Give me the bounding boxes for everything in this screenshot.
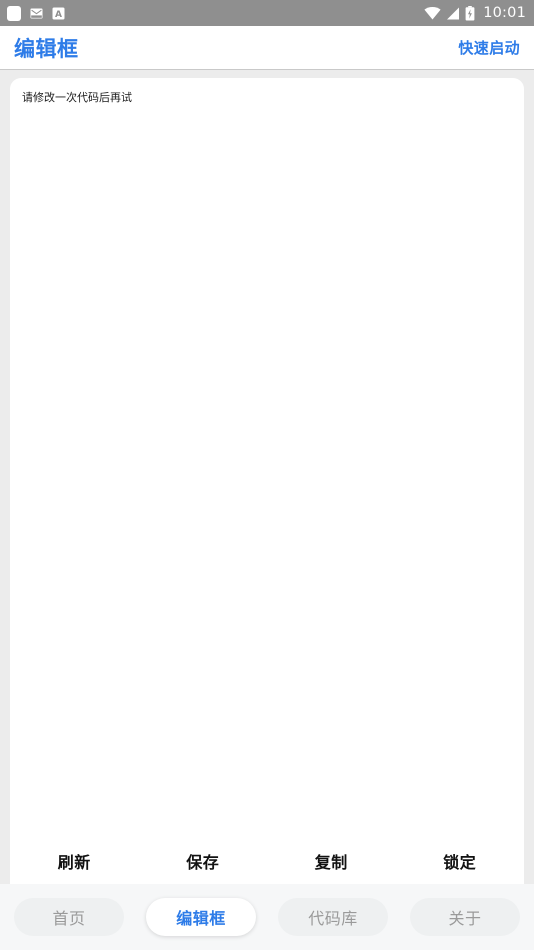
tab-code-library[interactable]: 代码库 [278,898,388,936]
tab-editor[interactable]: 编辑框 [146,898,256,936]
app-header: 编辑框 快速启动 [0,26,534,70]
quick-launch-button[interactable]: 快速启动 [458,37,520,58]
mail-icon [30,8,43,19]
svg-text:A: A [55,10,62,20]
save-button[interactable]: 保存 [139,849,268,873]
letter-a-icon: A [52,7,65,20]
lock-button[interactable]: 锁定 [396,849,525,873]
wifi-icon [424,6,441,20]
editor-action-bar: 刷新 保存 复制 锁定 [10,838,524,884]
status-bar-right-icons: 10:01 [424,5,526,21]
tab-home[interactable]: 首页 [14,898,124,936]
battery-charging-icon [465,5,475,21]
tab-about[interactable]: 关于 [410,898,520,936]
rounded-square-icon [7,5,21,21]
refresh-button[interactable]: 刷新 [10,849,139,873]
status-bar-clock: 10:01 [483,5,526,21]
editor-card: 刷新 保存 复制 锁定 [10,78,524,884]
app-root: A 10:01 编辑框 快速启动 请修改一次代码后再试 刷新 保存 复制 锁定 … [0,0,534,950]
signal-icon [446,7,460,20]
status-bar-left-icons: A [7,5,65,21]
copy-button[interactable]: 复制 [267,849,396,873]
content-region: 刷新 保存 复制 锁定 [0,70,534,884]
bottom-tab-bar: 首页 编辑框 代码库 关于 [0,884,534,950]
code-editor-input[interactable] [10,78,524,838]
page-title: 编辑框 [14,36,79,61]
status-bar: A 10:01 [0,0,534,26]
